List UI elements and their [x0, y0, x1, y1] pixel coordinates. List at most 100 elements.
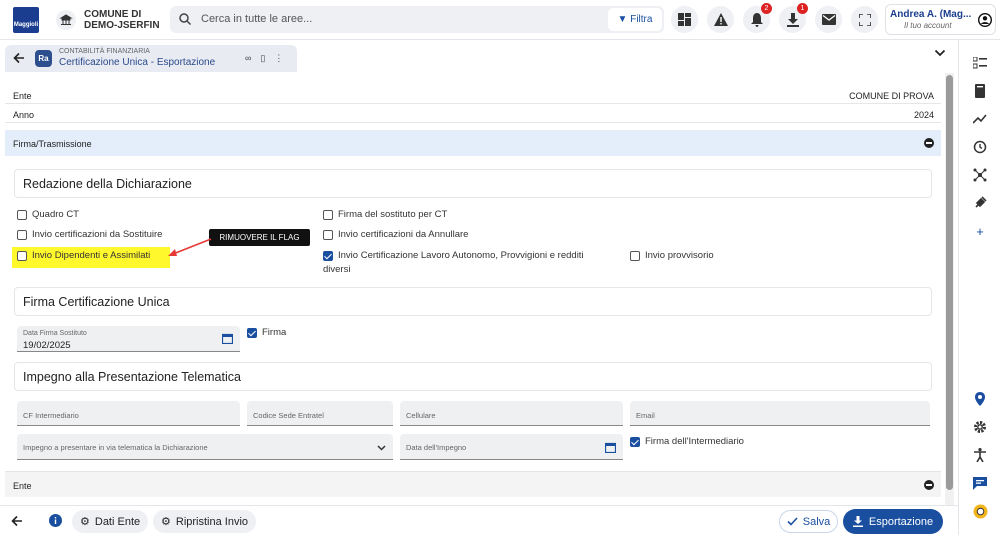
checkbox-invio-provvisorio[interactable]: Invio provvisorio: [630, 249, 714, 263]
chat-icon[interactable]: [972, 475, 988, 491]
filter-button[interactable]: ▼ Filtra: [608, 8, 662, 31]
link-icon[interactable]: ∞: [245, 53, 251, 64]
section-title: Ente: [13, 481, 32, 491]
calendar-icon[interactable]: [605, 442, 616, 453]
anno-value: 2024: [913, 110, 934, 120]
back-arrow-icon[interactable]: [11, 515, 23, 527]
email-label: Email: [636, 411, 655, 420]
cellulare-field[interactable]: Cellulare: [400, 401, 623, 426]
scrollbar-thumb[interactable]: [946, 75, 953, 490]
impegno-select[interactable]: Impegno a presentare in via telematica l…: [17, 434, 393, 460]
tab-category: CONTABILITÀ FINANZIARIA: [59, 48, 150, 55]
user-account-menu[interactable]: Andrea A. (Mag... Il tuo account: [885, 4, 996, 35]
plugin-icon[interactable]: [972, 195, 988, 211]
firma-cu-title: Firma Certificazione Unica: [23, 295, 170, 309]
gears-icon: ⚙: [80, 516, 90, 528]
data-firma-sostituto-field[interactable]: Data Firma Sostituto 19/02/2025: [17, 326, 240, 352]
section-firma-trasmissione[interactable]: Firma/Trasmissione: [5, 130, 941, 156]
support-icon[interactable]: [972, 503, 988, 519]
more-vert-icon[interactable]: ⋮: [274, 53, 283, 64]
anno-label: Anno: [13, 110, 35, 120]
back-arrow-icon[interactable]: [13, 52, 25, 64]
save-button[interactable]: Salva: [779, 510, 838, 533]
module-logo: Ra: [35, 50, 52, 67]
user-account-label: Il tuo account: [904, 21, 952, 30]
downloads-badge: 1: [797, 3, 808, 14]
download-icon: [852, 516, 863, 527]
checkbox-firma[interactable]: Firma: [247, 326, 286, 340]
notifications-badge: 2: [761, 3, 772, 14]
checkbox-invio-annullare[interactable]: Invio certificazioni da Annullare: [323, 228, 468, 242]
tab-title: Certificazione Unica - Esportazione: [59, 57, 216, 68]
user-name: Andrea A. (Mag...: [890, 9, 972, 20]
tab-actions: ∞ ▯ ⋮: [245, 53, 283, 64]
settings-icon[interactable]: [972, 419, 988, 435]
tab-bar: Ra CONTABILITÀ FINANZIARIA Certificazion…: [0, 40, 958, 72]
bookmark-icon[interactable]: ▯: [260, 53, 265, 64]
municipality-icon[interactable]: [56, 10, 76, 30]
municipality-line2: DEMO-JSERFIN: [84, 20, 160, 31]
search-placeholder[interactable]: Cerca in tutte le aree...: [201, 13, 312, 25]
dati-ente-button[interactable]: ⚙ Dati Ente: [72, 510, 149, 533]
annotation-callout: RIMUOVERE IL FLAG: [209, 229, 310, 246]
ente-label: Ente: [13, 91, 32, 101]
checkbox-invio-lavoro-autonomo[interactable]: Invio Certificazione Lavoro Autonomo, Pr…: [323, 249, 613, 277]
maggioli-logo[interactable]: Maggioli: [13, 7, 39, 33]
search-icon: [179, 13, 192, 26]
fullscreen-icon[interactable]: [851, 6, 878, 33]
collapse-icon[interactable]: [924, 138, 934, 148]
data-impegno-field[interactable]: Data dell'Impegno: [400, 434, 623, 460]
dashboard-icon[interactable]: [671, 6, 698, 33]
data-impegno-label: Data dell'Impegno: [406, 443, 467, 452]
history-icon[interactable]: [972, 139, 988, 155]
info-icon[interactable]: [49, 514, 62, 527]
data-firma-value: 19/02/2025: [23, 340, 71, 351]
ente-value: COMUNE DI PROVA: [849, 91, 934, 101]
download-icon[interactable]: 1: [779, 3, 808, 33]
impegno-select-label: Impegno a presentare in via telematica l…: [23, 443, 208, 452]
redazione-title: Redazione della Dichiarazione: [23, 177, 192, 191]
section-title: Firma/Trasmissione: [13, 139, 92, 149]
data-firma-label: Data Firma Sostituto: [23, 330, 87, 337]
checkbox-invio-sostituire[interactable]: Invio certificazioni da Sostituire: [17, 228, 162, 242]
calendar-icon[interactable]: [222, 333, 233, 344]
add-icon[interactable]: +: [972, 223, 988, 239]
cellulare-label: Cellulare: [406, 411, 436, 420]
checkbox-quadro-ct[interactable]: Quadro CT: [17, 208, 79, 222]
notifications-icon[interactable]: 2: [743, 3, 772, 33]
section-ente[interactable]: Ente: [5, 471, 941, 497]
global-search[interactable]: Cerca in tutte le aree... ▼ Filtra: [170, 6, 664, 33]
warning-icon[interactable]: [707, 6, 734, 33]
bottom-action-bar: ⚙ Dati Ente ⚙ Ripristina Invio Salva Espor…: [0, 505, 958, 535]
location-icon[interactable]: [972, 391, 988, 407]
gears-icon: ⚙: [161, 516, 171, 528]
tab-certificazione-unica[interactable]: Ra CONTABILITÀ FINANZIARIA Certificazion…: [5, 45, 297, 72]
cf-intermediario-field[interactable]: CF Intermediario: [17, 401, 240, 426]
right-sidebar: +: [958, 40, 1000, 535]
email-field[interactable]: Email: [630, 401, 930, 426]
municipality-line1: COMUNE DI: [84, 9, 142, 20]
check-icon: [787, 517, 798, 526]
cf-intermediario-label: CF Intermediario: [23, 411, 79, 420]
esportazione-button[interactable]: Esportazione: [843, 509, 943, 534]
chevron-down-icon[interactable]: [377, 445, 386, 451]
trending-up-icon[interactable]: [972, 111, 988, 127]
top-bar: Maggioli COMUNE DI DEMO-JSERFIN Cerca in…: [0, 0, 1000, 40]
mail-icon[interactable]: [815, 6, 842, 33]
checkbox-firma-intermediario[interactable]: Firma dell'Intermediario: [630, 435, 744, 449]
checkbox-firma-sostituto-ct[interactable]: Firma del sostituto per CT: [323, 208, 447, 222]
user-avatar-icon: [978, 13, 992, 27]
accessibility-icon[interactable]: [972, 447, 988, 463]
annotation-arrow-icon: [168, 238, 212, 256]
checklist-icon[interactable]: [972, 55, 988, 71]
anno-row: Anno 2024: [5, 105, 941, 123]
checkbox-invio-dipendenti[interactable]: Invio Dipendenti e Assimilati: [17, 249, 150, 263]
ripristina-invio-button[interactable]: ⚙ Ripristina Invio: [153, 510, 257, 533]
book-icon[interactable]: [972, 83, 988, 99]
ente-row: Ente COMUNE DI PROVA: [5, 86, 941, 104]
hub-icon[interactable]: [972, 167, 988, 183]
chevron-down-icon[interactable]: [934, 49, 946, 57]
codice-sede-field[interactable]: Codice Sede Entratel: [247, 401, 393, 426]
collapse-icon[interactable]: [924, 480, 934, 490]
municipality-name[interactable]: COMUNE DI DEMO-JSERFIN: [84, 9, 160, 31]
